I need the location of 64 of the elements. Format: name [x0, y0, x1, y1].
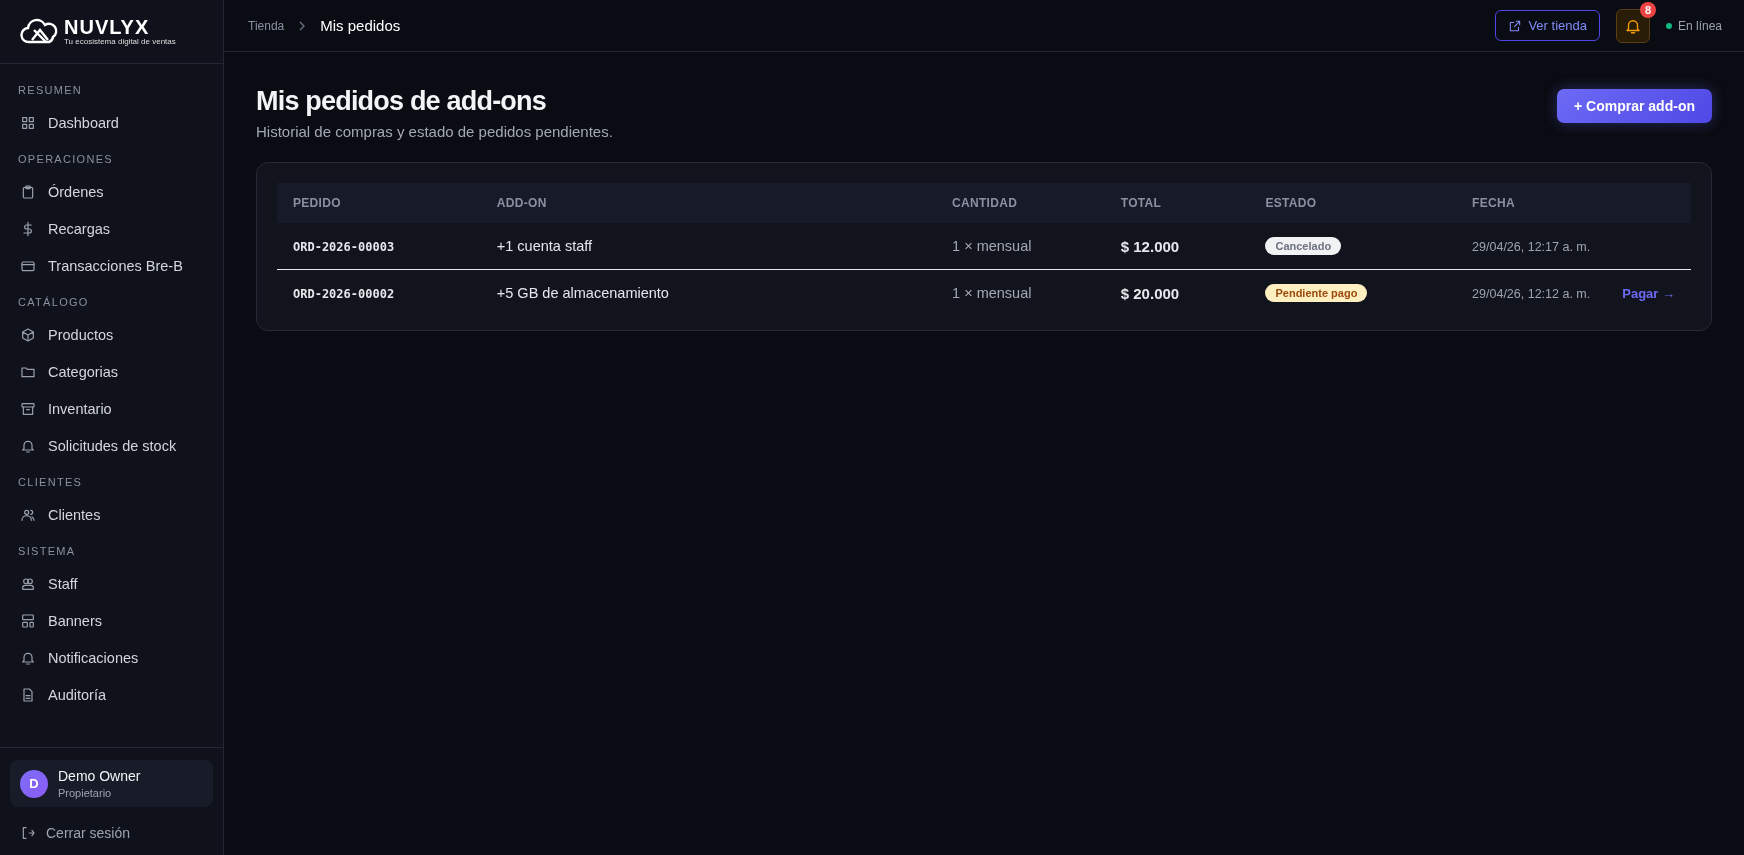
notifications-button[interactable] [1615, 8, 1650, 43]
section-label: SISTEMA [17, 544, 77, 559]
cube-icon [20, 326, 36, 343]
pay-link[interactable]: Pagar → [1622, 286, 1675, 301]
sidebar-item[interactable]: Solicitudes de stock [0, 427, 223, 464]
sidebar-item[interactable]: Inventario [0, 390, 223, 427]
avatar: D [20, 769, 48, 798]
logout-link[interactable]: Cerrar sesión [10, 807, 213, 841]
addon-name: +1 cuenta staff [496, 238, 593, 254]
clipboard-icon [20, 183, 36, 200]
sidebar-item[interactable]: Banners [0, 602, 223, 639]
status-dot [1665, 22, 1672, 29]
user-name: Demo Owner [58, 768, 141, 784]
archive-icon [20, 400, 36, 417]
sidebar-item[interactable]: Productos [0, 316, 223, 353]
total: $ 12.000 [1120, 237, 1180, 255]
section-label: OPERACIONES [17, 152, 114, 167]
status-badge: Cancelado [1265, 237, 1342, 255]
breadcrumb-current: Mis pedidos [320, 17, 401, 34]
buy-addon-button[interactable]: + Comprar add-on [1557, 89, 1712, 123]
sidebar-item[interactable]: Categorias [0, 353, 223, 390]
order-date: 29/04/26, 12:12 a. m. [1472, 287, 1591, 301]
sidebar-item[interactable]: Transacciones Bre-B [0, 247, 223, 284]
total: $ 20.000 [1120, 284, 1180, 302]
page-subtitle: Historial de compras y estado de pedidos pendientes. [256, 123, 613, 140]
sidebar-item[interactable]: Dashboard [0, 104, 223, 141]
sidebar-item[interactable]: Notificaciones [0, 639, 223, 676]
view-store-button[interactable]: Ver tienda [1495, 10, 1600, 41]
section-label: CATÁLOGO [17, 295, 90, 310]
addon-name: +5 GB de almacenamiento [496, 285, 669, 301]
column-header: TOTAL [1104, 183, 1250, 223]
status-text: En línea [1677, 18, 1722, 33]
section-label: CLIENTES [17, 475, 84, 490]
column-header: CANTIDAD [936, 183, 1105, 223]
logo-tagline: Tu ecosistema digital de ventas [64, 36, 176, 47]
order-id: ORD-2026-00002 [293, 287, 395, 301]
column-header: PEDIDO [277, 183, 481, 223]
sidebar-item[interactable]: Recargas [0, 210, 223, 247]
sidebar-item[interactable]: Clientes [0, 496, 223, 533]
user-role: Propietario [58, 787, 113, 799]
column-header: ADD-ON [480, 183, 937, 223]
team-icon [20, 575, 36, 592]
sidebar-item[interactable]: Staff [0, 565, 223, 602]
notification-count: 8 [1639, 1, 1656, 18]
cloud-logo-icon [20, 17, 60, 46]
document-icon [20, 686, 36, 703]
grid-icon [20, 114, 36, 131]
breadcrumb-link[interactable]: Tienda [248, 18, 285, 33]
external-link-icon [1508, 18, 1523, 33]
section-label: RESUMEN [17, 83, 84, 98]
page-title: Mis pedidos de add-ons [256, 86, 547, 117]
user-card[interactable]: D Demo Owner Propietario [10, 760, 213, 807]
logo-name: NUVLYX [64, 16, 151, 37]
order-date: 29/04/26, 12:17 a. m. [1472, 240, 1591, 254]
sidebar-item[interactable]: Órdenes [0, 173, 223, 210]
sidebar-item[interactable]: Auditoría [0, 676, 223, 713]
logout-icon [20, 825, 36, 841]
layout-icon [20, 612, 36, 629]
column-header: ESTADO [1249, 183, 1457, 223]
status-badge: Pendiente pago [1265, 284, 1368, 302]
order-id: ORD-2026-00003 [293, 240, 395, 254]
column-header: FECHA [1456, 183, 1607, 223]
quantity: 1 × mensual [952, 238, 1032, 254]
quantity: 1 × mensual [952, 285, 1032, 301]
